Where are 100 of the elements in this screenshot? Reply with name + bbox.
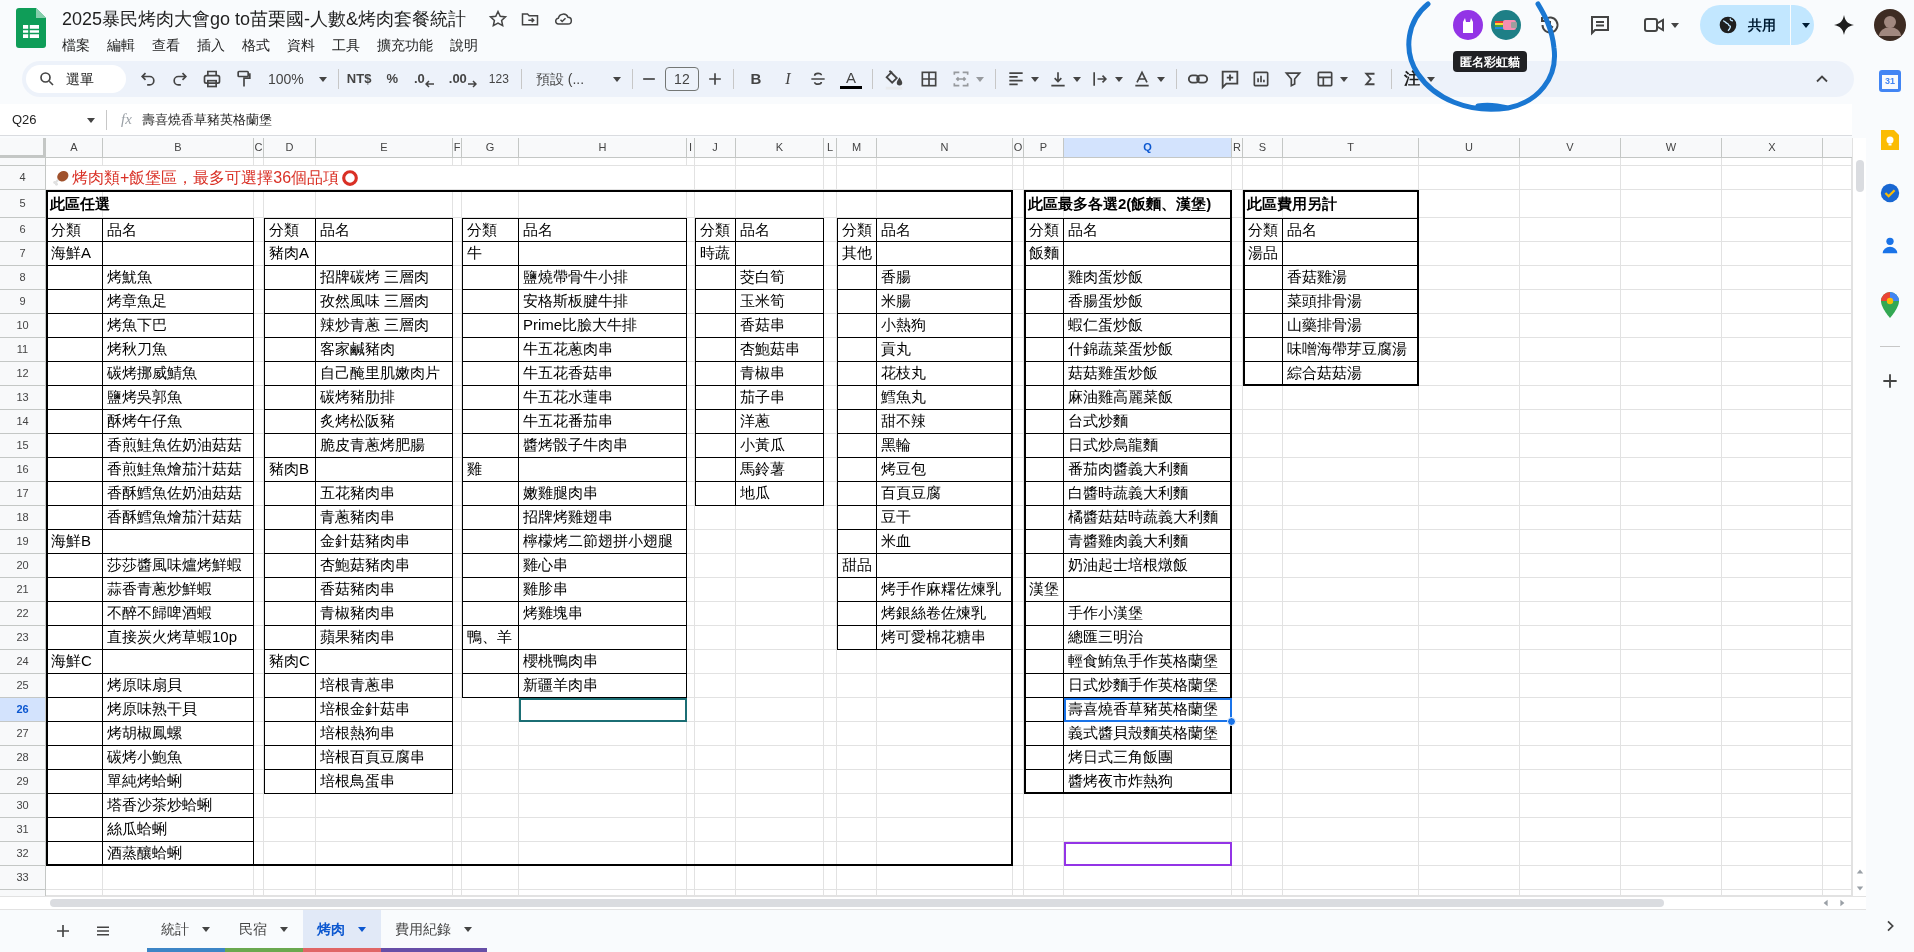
row-header[interactable]: 10 [0,314,46,338]
column-header[interactable]: J [695,138,736,158]
row-header[interactable]: 12 [0,362,46,386]
row-header[interactable]: 7 [0,242,46,266]
print-icon[interactable] [202,69,222,89]
row-header[interactable]: 18 [0,506,46,530]
font-size-field[interactable]: 12 [664,67,699,91]
add-sheet-icon[interactable] [54,922,72,940]
menu-item[interactable]: 檔案 [62,35,90,56]
scroll-right-icon[interactable] [1838,899,1846,907]
row-header[interactable]: 21 [0,578,46,602]
row-header[interactable]: 31 [0,818,46,842]
sheet-tab[interactable]: 烤肉 [303,910,381,952]
text-color-button[interactable]: A [839,69,862,89]
row-header[interactable]: 16 [0,458,46,482]
row-header[interactable]: 15 [0,434,46,458]
row-header[interactable]: 30 [0,794,46,818]
number-format-button[interactable]: 123 [488,70,509,88]
collaborator-avatar[interactable] [1491,10,1521,40]
row-header[interactable]: 24 [0,650,46,674]
zoom-dropdown[interactable]: 100% [268,68,328,90]
caret-icon[interactable] [1801,20,1811,30]
paint-roller-icon[interactable] [234,69,254,89]
row-header[interactable]: 19 [0,530,46,554]
horizontal-scrollbar[interactable] [0,896,1866,910]
row-header[interactable]: 27 [0,722,46,746]
menu-search-field[interactable]: 選單 [26,65,126,93]
menu-item[interactable]: 編輯 [107,35,135,56]
column-header[interactable]: K [736,138,824,158]
menu-item[interactable]: 查看 [152,35,180,56]
row-header[interactable]: 28 [0,746,46,770]
calendar-button[interactable]: 31 [1879,70,1901,92]
menu-item[interactable]: 格式 [242,35,270,56]
row-header[interactable]: 32 [0,842,46,866]
column-header[interactable]: I [687,138,695,158]
row-header[interactable]: 20 [0,554,46,578]
scroll-up-icon[interactable] [1855,868,1864,876]
percent-format-button[interactable]: % [386,69,398,89]
scrollbar-thumb[interactable] [50,899,1664,907]
column-header[interactable]: P [1024,138,1064,158]
column-header[interactable]: N [877,138,1013,158]
column-header[interactable]: R [1232,138,1243,158]
increase-decimal-button[interactable]: .00 [448,69,477,89]
menu-item[interactable]: 插入 [197,35,225,56]
row-header[interactable]: 23 [0,626,46,650]
menu-item[interactable]: 資料 [287,35,315,56]
menu-item[interactable]: 工具 [332,35,360,56]
row-header[interactable]: 17 [0,482,46,506]
vertical-scrollbar[interactable] [1852,138,1866,896]
user-avatar[interactable] [1874,9,1906,41]
italic-button[interactable]: I [779,67,796,91]
font-dropdown[interactable]: 預設 (... [535,68,622,90]
scroll-left-icon[interactable] [1822,899,1830,907]
row-header[interactable]: 4 [0,166,46,190]
row-header[interactable]: 13 [0,386,46,410]
column-header[interactable]: A [46,138,103,158]
share-button[interactable]: 共用 [1700,5,1814,45]
bold-button[interactable]: B [747,67,764,91]
star-icon[interactable] [488,9,509,29]
row-header[interactable]: 8 [0,266,46,290]
column-header[interactable]: V [1520,138,1621,158]
column-header[interactable]: M [837,138,877,158]
comment-icon[interactable] [1588,13,1612,37]
scrollbar-thumb[interactable] [1855,160,1864,192]
row-header[interactable]: 25 [0,674,46,698]
name-box[interactable]: Q26 [6,106,102,133]
row-header[interactable]: 26 [0,698,46,722]
column-header[interactable]: W [1621,138,1722,158]
row-header[interactable]: 5 [0,190,46,218]
column-header[interactable]: H [519,138,687,158]
column-header[interactable]: T [1283,138,1419,158]
sheet-tab[interactable]: 統計 [147,910,225,952]
column-header[interactable]: G [462,138,519,158]
spreadsheet-logo-icon[interactable] [16,8,46,48]
currency-format-button[interactable]: NT$ [346,69,372,89]
column-header[interactable]: O [1013,138,1024,158]
column-header[interactable]: S [1243,138,1283,158]
filter-icon[interactable] [1282,69,1303,89]
column-header[interactable]: X [1722,138,1823,158]
collaborator-avatar[interactable] [1453,10,1483,40]
plus-icon[interactable] [1880,371,1900,391]
column-header[interactable]: U [1419,138,1520,158]
row-header[interactable]: 6 [0,218,46,242]
menu-item[interactable]: 擴充功能 [377,35,433,56]
map-pin-icon[interactable] [1880,292,1900,318]
decrease-decimal-button[interactable]: .0 [413,69,435,89]
column-header[interactable]: Q [1064,138,1232,158]
row-header[interactable]: 22 [0,602,46,626]
fill-handle[interactable] [1227,717,1236,726]
row-header[interactable]: 14 [0,410,46,434]
tasks-icon[interactable] [1879,182,1901,204]
row-header[interactable]: 9 [0,290,46,314]
row-header[interactable]: 33 [0,866,46,890]
column-header[interactable]: D [264,138,316,158]
sheet-tab[interactable]: 費用紀錄 [381,910,487,952]
menu-item[interactable]: 說明 [450,35,478,56]
row-header[interactable]: 29 [0,770,46,794]
column-header[interactable]: B [103,138,254,158]
column-header[interactable]: L [824,138,837,158]
input-tools-button[interactable]: 注 [1403,67,1436,91]
